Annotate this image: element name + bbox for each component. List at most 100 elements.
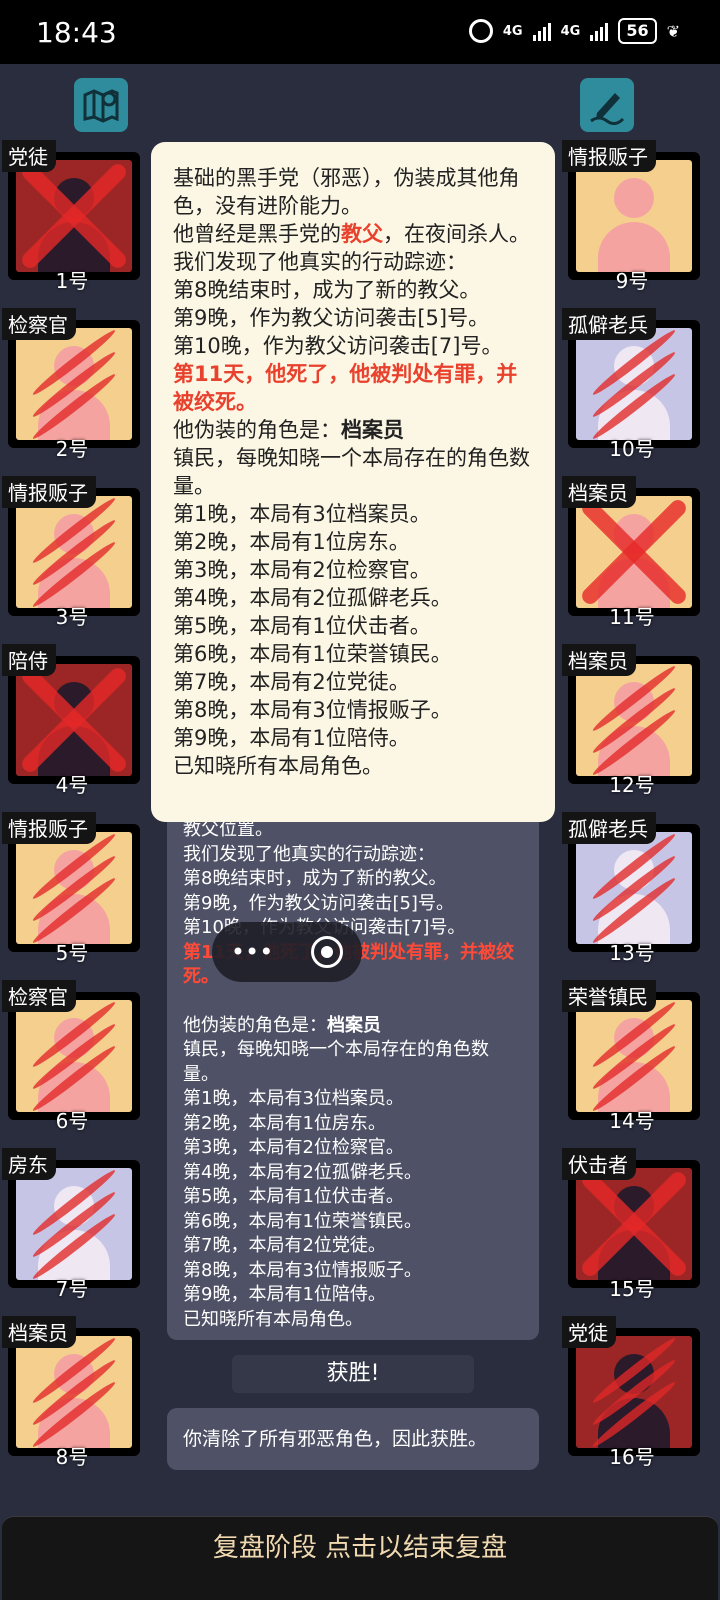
player-seat-2[interactable]: 检察官 2号 bbox=[2, 308, 142, 461]
signal-bars-icon bbox=[532, 21, 551, 41]
player-seat-4[interactable]: 档案员 12号 bbox=[562, 644, 702, 797]
night-info-line: 第4晚，本局有2位孤僻老兵。 bbox=[173, 586, 452, 610]
night-info-line: 第8晚，本局有3位情报贩子。 bbox=[173, 698, 452, 722]
night-info-line: 第1晚，本局有3位档案员。 bbox=[173, 502, 431, 526]
map-button[interactable] bbox=[74, 78, 128, 132]
night-info-line: 第4晚，本局有2位孤僻老兵。 bbox=[183, 1161, 422, 1183]
detail-line: 我们发现了他真实的行动踪迹： bbox=[183, 843, 435, 865]
role-portrait bbox=[576, 496, 692, 608]
role-name-tag: 情报贩子 bbox=[562, 140, 656, 172]
role-portrait bbox=[576, 832, 692, 944]
role-portrait bbox=[576, 1168, 692, 1280]
notes-button[interactable] bbox=[580, 78, 634, 132]
popup-text: ，在夜间杀人。 bbox=[383, 222, 530, 246]
player-seat-4[interactable]: 陪侍 4号 bbox=[2, 644, 142, 797]
role-portrait bbox=[16, 496, 132, 608]
map-icon bbox=[83, 89, 119, 123]
role-portrait bbox=[16, 1000, 132, 1112]
player-seat-6[interactable]: 检察官 6号 bbox=[2, 980, 142, 1133]
role-name-tag: 档案员 bbox=[562, 476, 636, 508]
role-portrait bbox=[576, 664, 692, 776]
player-seat-8[interactable]: 党徒 16号 bbox=[562, 1316, 702, 1469]
player-seat-1[interactable]: 情报贩子 9号 bbox=[562, 140, 702, 293]
popup-line: 第8晚结束时，成为了新的教父。 bbox=[173, 278, 481, 302]
seat-number: 2号 bbox=[55, 437, 89, 461]
end-review-button[interactable]: 复盘阶段 点击以结束复盘 bbox=[2, 1516, 718, 1600]
disguise-label: 他伪装的角色是： bbox=[183, 1014, 327, 1036]
seat-number: 16号 bbox=[609, 1445, 655, 1469]
role-portrait bbox=[16, 1336, 132, 1448]
status-bar: 18:43 4G 4G 56 ❦ bbox=[0, 0, 720, 64]
player-seat-8[interactable]: 档案员 8号 bbox=[2, 1316, 142, 1469]
player-seat-1[interactable]: 党徒 1号 bbox=[2, 140, 142, 293]
alarm-icon bbox=[468, 19, 493, 43]
seat-number: 5号 bbox=[55, 941, 89, 965]
seat-number: 3号 bbox=[55, 605, 89, 629]
night-info-line: 第1晚，本局有3位档案员。 bbox=[183, 1088, 404, 1109]
seat-number: 9号 bbox=[615, 269, 649, 293]
player-seat-5[interactable]: 孤僻老兵 13号 bbox=[562, 812, 702, 965]
player-seat-3[interactable]: 情报贩子 3号 bbox=[2, 476, 142, 629]
popup-line: 已知晓所有本局角色。 bbox=[173, 754, 383, 778]
player-seat-6[interactable]: 荣誉镇民 14号 bbox=[562, 980, 702, 1133]
role-portrait bbox=[576, 1336, 692, 1448]
floating-mini-program-pill[interactable]: ••• bbox=[212, 922, 362, 982]
popup-line: 他伪装的角色是：档案员 bbox=[173, 416, 537, 444]
role-name-tag: 孤僻老兵 bbox=[562, 308, 656, 340]
popup-line: 镇民，每晚知晓一个本局存在的角色数量。 bbox=[173, 446, 530, 498]
role-name-tag: 房东 bbox=[2, 1148, 56, 1180]
detail-line: 第9晚，作为教父访问袭击[5]号。 bbox=[183, 892, 454, 914]
victory-button[interactable]: 获胜! bbox=[232, 1355, 474, 1393]
role-detail-popup[interactable]: 基础的黑手党（邪恶），伪装成其他角色，没有进阶能力。 他曾经是黑手党的教父，在夜… bbox=[151, 142, 555, 822]
popup-line: 他曾经是黑手党的教父，在夜间杀人。 bbox=[173, 220, 537, 248]
role-name-tag: 陪侍 bbox=[2, 644, 56, 676]
player-seat-2[interactable]: 孤僻老兵 10号 bbox=[562, 308, 702, 461]
disguise-role: 档案员 bbox=[327, 1014, 381, 1036]
player-seat-5[interactable]: 情报贩子 5号 bbox=[2, 812, 142, 965]
role-name-tag: 检察官 bbox=[2, 980, 76, 1012]
seat-number: 11号 bbox=[609, 605, 655, 629]
role-name-tag: 检察官 bbox=[2, 308, 76, 340]
detail-line: 第8晚结束时，成为了新的教父。 bbox=[183, 868, 447, 889]
role-portrait bbox=[16, 160, 132, 272]
detail-line: 镇民，每晚知晓一个本局存在的角色数量。 bbox=[183, 1039, 489, 1085]
night-info-line: 第3晚，本局有2位检察官。 bbox=[173, 558, 431, 582]
death-line: 第11天，他死了，他被判处有罪，并被绞死。 bbox=[173, 362, 518, 414]
role-name-tag: 孤僻老兵 bbox=[562, 812, 656, 844]
signal-label-1: 4G bbox=[502, 23, 523, 39]
seat-number: 12号 bbox=[609, 773, 655, 797]
night-info-line: 第8晚，本局有3位情报贩子。 bbox=[183, 1259, 422, 1281]
role-portrait bbox=[16, 832, 132, 944]
role-portrait bbox=[576, 328, 692, 440]
popup-line: 我们发现了他真实的行动踪迹： bbox=[173, 250, 467, 274]
more-dots-icon[interactable]: ••• bbox=[231, 938, 273, 966]
role-portrait bbox=[16, 328, 132, 440]
night-info-line: 第6晚，本局有1位荣誉镇民。 bbox=[183, 1210, 422, 1232]
night-info-line: 第2晚，本局有1位房东。 bbox=[183, 1112, 386, 1134]
role-name-tag: 党徒 bbox=[562, 1316, 616, 1348]
seat-number: 13号 bbox=[609, 941, 655, 965]
seat-number: 4号 bbox=[55, 773, 89, 797]
signal-label-2: 4G bbox=[560, 23, 581, 39]
popup-line: 基础的黑手党（邪恶），伪装成其他角色，没有进阶能力。 bbox=[173, 166, 520, 218]
player-seat-7[interactable]: 房东 7号 bbox=[2, 1148, 142, 1301]
night-info-line: 第9晚，本局有1位陪侍。 bbox=[173, 726, 410, 750]
night-info-line: 第7晚，本局有2位党徒。 bbox=[183, 1235, 386, 1256]
disguise-role: 档案员 bbox=[341, 418, 404, 442]
role-portrait bbox=[16, 1168, 132, 1280]
result-message: 你清除了所有邪恶角色，因此获胜。 bbox=[167, 1408, 539, 1470]
role-name-tag: 档案员 bbox=[562, 644, 636, 676]
role-name-tag: 伏击者 bbox=[562, 1148, 636, 1180]
popup-line: 第9晚，作为教父访问袭击[5]号。 bbox=[173, 306, 490, 330]
role-name-tag: 档案员 bbox=[2, 1316, 76, 1348]
player-seat-3[interactable]: 档案员 11号 bbox=[562, 476, 702, 629]
player-seat-7[interactable]: 伏击者 15号 bbox=[562, 1148, 702, 1301]
popup-line: 第10晚，作为教父访问袭击[7]号。 bbox=[173, 334, 503, 358]
portrait-figure bbox=[614, 178, 654, 218]
close-target-icon[interactable] bbox=[311, 936, 344, 968]
signal-bars-icon bbox=[590, 21, 609, 41]
godfather-label: 教父 bbox=[341, 222, 383, 246]
night-info-line: 第6晚，本局有1位荣誉镇民。 bbox=[173, 642, 452, 666]
detail-line: 已知晓所有本局角色。 bbox=[183, 1308, 363, 1330]
review-detail-panel[interactable]: 教父位置。 我们发现了他真实的行动踪迹： 第8晚结束时，成为了新的教父。 第9晚… bbox=[167, 810, 539, 1340]
